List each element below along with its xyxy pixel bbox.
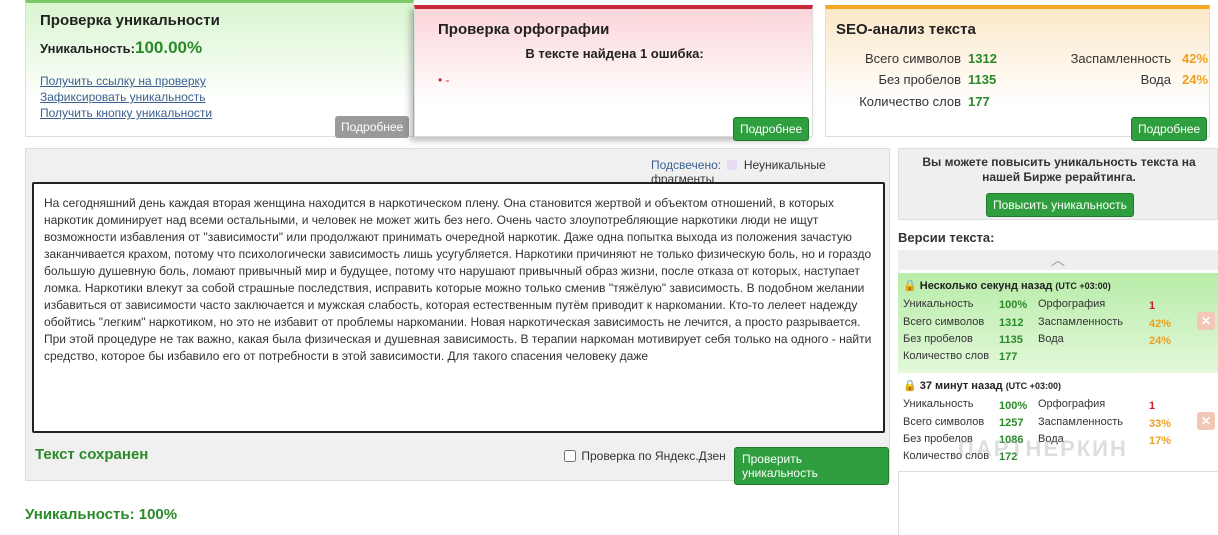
check-uniqueness-button[interactable]: Проверить уникальность <box>734 447 889 485</box>
version-2-tz: (UTC +03:00) <box>1005 381 1061 391</box>
yandex-checkbox-label[interactable]: Проверка по Яндекс.Дзен <box>564 449 726 463</box>
saved-status: Текст сохранен <box>35 446 149 463</box>
version-1-header: 🔒 Несколько секунд назад (UTC +03:00) <box>903 279 1111 292</box>
version-2-header: 🔒 37 минут назад (UTC +03:00) <box>903 379 1061 392</box>
uniqueness-label: Уникальность: <box>40 41 135 56</box>
version-2-water: 17% <box>1149 435 1172 447</box>
version-2-spam: 33% <box>1149 418 1172 430</box>
highlight-label: Подсвечено: <box>651 158 722 172</box>
uniqueness-title: Проверка уникальности <box>40 12 220 29</box>
spelling-more-button[interactable]: Подробнее <box>733 117 810 141</box>
watermark-logo: ПАРТНЕРКИН <box>958 436 1128 461</box>
version-2-delete-icon[interactable]: ✕ <box>1197 412 1215 430</box>
seo-words-label: Количество слов <box>859 94 961 109</box>
editor-area: Подсвечено: Неуникальные фрагменты На се… <box>25 148 890 485</box>
version-1-spam: 42% <box>1149 318 1172 330</box>
seo-spam-value: 42% <box>1182 51 1209 66</box>
version-item-1[interactable]: 🔒 Несколько секунд назад (UTC +03:00) Ун… <box>898 273 1218 373</box>
seo-spam-label: Заспамленность <box>1070 51 1171 66</box>
version-2-chars-label: Всего символов <box>903 416 985 428</box>
spelling-error-item: • - <box>438 73 450 87</box>
version-1-uniq-label: Уникальность <box>903 298 974 310</box>
version-1-chars-label: Всего символов <box>903 316 985 328</box>
text-editor[interactable]: На сегодняшний день каждая вторая женщин… <box>32 182 885 433</box>
promo-box: Вы можете повысить уникальность текста н… <box>898 148 1218 220</box>
uniqueness-more-button[interactable]: Подробнее <box>335 116 410 138</box>
version-1-uniq: 100% <box>999 299 1028 311</box>
version-1-chars: 1312 <box>999 317 1024 329</box>
version-2-uniq: 100% <box>999 400 1028 412</box>
version-1-spam-label: Заспамленность <box>1038 316 1123 328</box>
version-1-water-label: Вода <box>1038 333 1064 345</box>
seo-water-label: Вода <box>1140 72 1171 87</box>
seo-total-chars-value: 1312 <box>968 51 997 66</box>
promo-text: Вы можете повысить уникальность текста н… <box>922 155 1196 184</box>
spelling-error-text: - <box>445 73 450 87</box>
lock-icon: 🔒 <box>903 280 917 292</box>
bottom-uniqueness-result: Уникальность: 100% <box>25 506 178 523</box>
seo-total-chars-label: Всего символов <box>865 51 961 66</box>
seo-more-button[interactable]: Подробнее <box>1131 117 1208 141</box>
seo-panel: SEO-анализ текста Всего символов 1312 Бе… <box>825 5 1210 141</box>
seo-title: SEO-анализ текста <box>836 21 976 38</box>
lock-icon: 🔒 <box>903 380 917 392</box>
version-2-spam-label: Заспамленность <box>1038 416 1123 428</box>
version-1-words: 177 <box>999 351 1018 363</box>
seo-no-spaces-label: Без пробелов <box>878 72 961 87</box>
seo-words-value: 177 <box>968 94 990 109</box>
versions-title: Версии текста: <box>898 230 995 245</box>
raise-uniqueness-button[interactable]: Повысить уникальность <box>986 193 1134 217</box>
version-1-words-label: Количество слов <box>903 350 990 362</box>
get-button-link[interactable]: Получить кнопку уникальности <box>40 106 212 120</box>
uniqueness-value: 100.00% <box>135 38 203 57</box>
uniqueness-panel: Проверка уникальности Уникальность: 100.… <box>25 0 414 138</box>
version-1-nospace: 1135 <box>999 334 1023 346</box>
version-2-chars: 1257 <box>999 417 1024 429</box>
version-2-spell: 1 <box>1149 400 1156 412</box>
fix-uniqueness-link[interactable]: Зафиксировать уникальность <box>40 90 206 104</box>
spelling-found-text: В тексте найдена 1 ошибка: <box>525 46 704 61</box>
non-unique-swatch-icon <box>727 160 738 170</box>
version-1-spell-label: Орфография <box>1038 298 1106 310</box>
version-1-time: Несколько секунд назад <box>919 280 1053 292</box>
get-check-link[interactable]: Получить ссылку на проверку <box>40 74 206 88</box>
spelling-panel: Проверка орфографии В тексте найдена 1 о… <box>414 5 813 141</box>
version-2-time: 37 минут назад <box>919 380 1003 392</box>
version-1-delete-icon[interactable]: ✕ <box>1197 312 1215 330</box>
version-1-spell: 1 <box>1149 300 1156 312</box>
seo-no-spaces-value: 1135 <box>968 72 997 87</box>
spelling-title: Проверка орфографии <box>438 21 610 38</box>
version-1-nospace-label: Без пробелов <box>903 333 973 345</box>
yandex-checkbox[interactable] <box>564 450 576 462</box>
chevron-up-icon[interactable]: ︿ <box>898 250 1218 270</box>
version-item-2[interactable]: 🔒 37 минут назад (UTC +03:00) Уникальнос… <box>898 374 1218 472</box>
seo-water-value: 24% <box>1182 72 1209 87</box>
version-1-water: 24% <box>1149 335 1172 347</box>
version-2-uniq-label: Уникальность <box>903 398 974 410</box>
version-2-spell-label: Орфография <box>1038 398 1106 410</box>
yandex-checkbox-text: Проверка по Яндекс.Дзен <box>581 449 726 463</box>
version-1-tz: (UTC +03:00) <box>1055 281 1111 291</box>
